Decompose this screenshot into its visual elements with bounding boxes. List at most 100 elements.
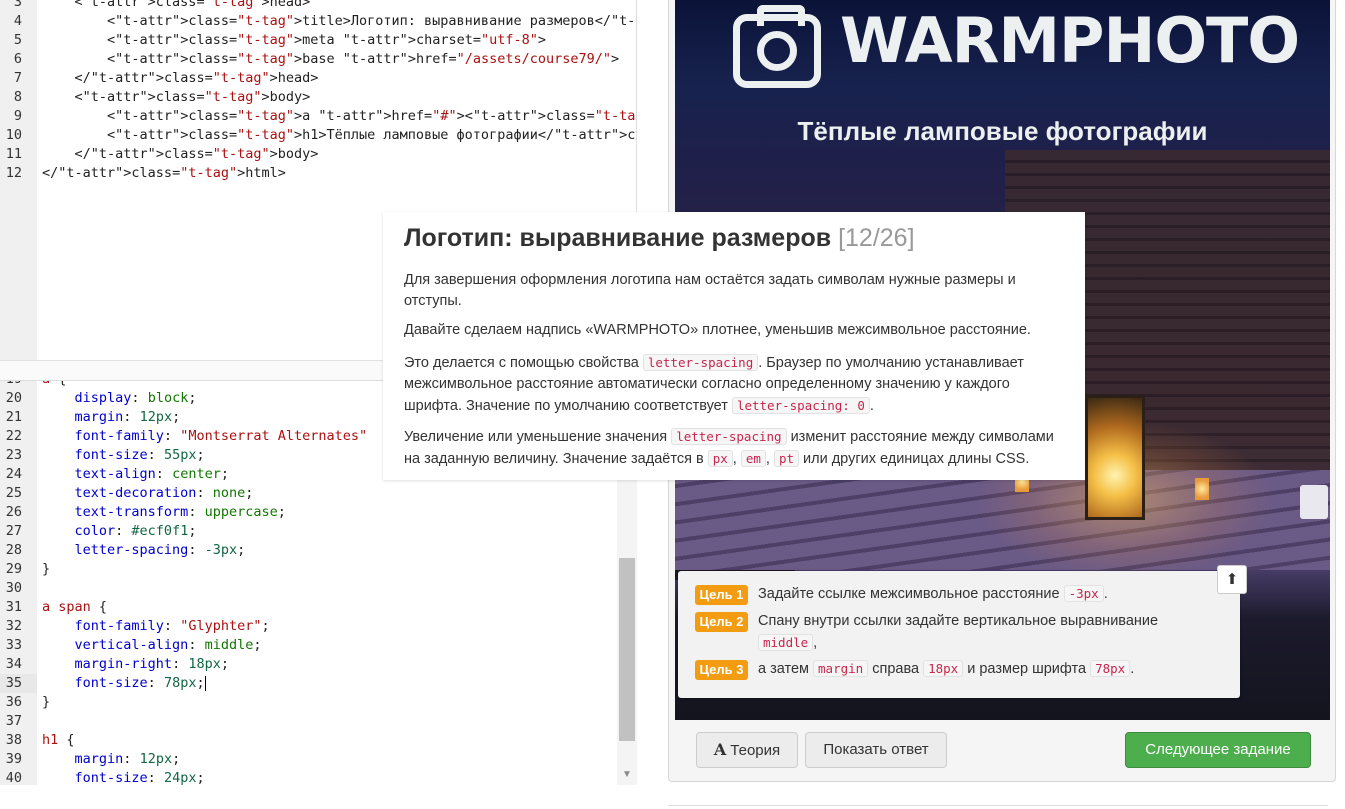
code-line[interactable]: vertical-align: middle; — [42, 636, 262, 655]
task-title-text: Логотип: выравнивание размеров — [404, 224, 832, 252]
scene-candle — [1195, 478, 1209, 500]
code-line[interactable]: </"t-attr">class="t-tag">html> — [42, 164, 286, 183]
task-title: Логотип: выравнивание размеров [12/26] — [404, 224, 915, 253]
line-number: 4 — [13, 13, 22, 29]
line-number: 3 — [13, 0, 22, 10]
task-text: Увеличение или уменьшение значения — [404, 429, 672, 445]
task-text: , — [732, 451, 741, 467]
inline-code: pt — [773, 450, 799, 467]
inline-code: 18px — [923, 660, 964, 677]
code-line[interactable]: <"t-attr">class="t-tag">title>Логотип: в… — [42, 12, 636, 31]
code-line[interactable]: font-size: 78px; — [42, 674, 206, 693]
show-answer-label: Показать ответ — [823, 741, 929, 758]
line-number: 10 — [5, 127, 22, 143]
theory-icon: A — [713, 740, 727, 759]
code-line[interactable]: a span { — [42, 598, 107, 617]
line-number: 12 — [5, 165, 22, 181]
line-number: 23 — [5, 447, 22, 463]
code-line[interactable]: display: block; — [42, 389, 197, 408]
line-number: 20 — [5, 390, 22, 406]
line-number: 39 — [5, 751, 22, 767]
bottom-divider — [668, 805, 1328, 809]
code-line[interactable]: font-size: 24px; — [42, 769, 205, 785]
line-number: 37 — [5, 713, 22, 729]
code-line[interactable]: <"t-attr">class="t-tag">head> — [42, 0, 311, 12]
collapse-goals-button[interactable]: ⬆ — [1217, 565, 1247, 594]
code-line[interactable]: <"t-attr">class="t-tag">meta "t-attr">ch… — [42, 31, 546, 50]
line-number: 6 — [13, 51, 22, 67]
logo-text: WARMPHOTO — [840, 4, 1300, 77]
code-line[interactable]: text-align: center; — [42, 465, 229, 484]
goal-badge: Цель 1 — [695, 585, 748, 605]
code-line[interactable]: <"t-attr">class="t-tag">a "t-attr">href=… — [42, 107, 636, 126]
inline-code: px — [707, 450, 733, 467]
line-number: 5 — [13, 32, 22, 48]
inline-code: em — [740, 450, 766, 467]
task-text: или других единицах длины CSS. — [799, 451, 1030, 467]
line-number: 36 — [5, 694, 22, 710]
task-text: , — [765, 451, 774, 467]
goal-text-part: справа — [868, 661, 924, 677]
line-number: 9 — [13, 108, 22, 124]
line-number: 27 — [5, 523, 22, 539]
code-line[interactable]: </"t-attr">class="t-tag">head> — [42, 69, 319, 88]
task-paragraph-1: Для завершения оформления логотипа нам о… — [404, 272, 1016, 309]
code-line[interactable]: </"t-attr">class="t-tag">body> — [42, 145, 319, 164]
code-line[interactable]: text-transform: uppercase; — [42, 503, 286, 522]
code-line[interactable]: margin: 12px; — [42, 750, 181, 769]
code-line[interactable]: } — [42, 693, 50, 712]
line-number: 19 — [0, 381, 22, 389]
goal-text-part: а затем — [758, 661, 814, 677]
code-line[interactable]: <"t-attr">class="t-tag">base "t-attr">hr… — [42, 50, 619, 69]
line-number: 24 — [5, 466, 22, 482]
line-number: 35 — [5, 675, 22, 691]
code-line[interactable]: a { — [42, 381, 66, 389]
arrow-up-icon: ⬆ — [1225, 571, 1239, 588]
code-line[interactable]: <"t-attr">class="t-tag">h1>Тёплые лампов… — [42, 126, 636, 145]
code-line[interactable]: h1 { — [42, 731, 75, 750]
line-number: 33 — [5, 637, 22, 653]
code-line[interactable]: font-family: "Montserrat Alternates" — [42, 427, 368, 446]
line-number: 25 — [5, 485, 22, 501]
line-number: 34 — [5, 656, 22, 672]
theory-button[interactable]: A Теория — [696, 732, 798, 768]
line-number: 28 — [5, 542, 22, 558]
goal-text: Спану внутри ссылки задайте вертикальное… — [758, 610, 1188, 654]
code-line[interactable]: <"t-attr">class="t-tag">body> — [42, 88, 311, 107]
task-description-popup: Логотип: выравнивание размеров [12/26] Д… — [383, 212, 1085, 480]
html-editor-gutter: 3 4 5 6 7 8 9 10 11 12 — [0, 0, 37, 360]
css-editor-scrollbar[interactable]: ▼ — [617, 475, 637, 785]
preview-logo-link[interactable]: WARMPHOTO — [675, 0, 1330, 110]
line-number: 11 — [5, 146, 22, 162]
goal-text-part: , — [813, 635, 818, 651]
code-line[interactable]: } — [42, 560, 50, 579]
next-task-button[interactable]: Следующее задание — [1125, 732, 1311, 768]
code-line[interactable]: margin: 12px; — [42, 408, 181, 427]
scrollbar-thumb[interactable] — [619, 558, 635, 741]
line-number: 7 — [13, 70, 22, 86]
preview-heading: Тёплые ламповые фотографии — [797, 116, 1208, 146]
goal-text-part: . — [1130, 661, 1135, 677]
goal-badge: Цель 3 — [695, 660, 748, 680]
code-line[interactable]: font-size: 55px; — [42, 446, 205, 465]
inline-code: letter-spacing: 0 — [731, 397, 870, 414]
line-number: 32 — [5, 618, 22, 634]
task-paragraph-4: Увеличение или уменьшение значения lette… — [404, 426, 1064, 470]
scene-mug — [1300, 485, 1328, 519]
line-number: 31 — [5, 599, 22, 615]
inline-code: letter-spacing — [671, 428, 787, 445]
code-line[interactable]: text-decoration: none; — [42, 484, 254, 503]
camera-lens-icon — [757, 31, 797, 71]
scroll-down-arrow[interactable]: ▼ — [617, 765, 637, 785]
css-editor-gutter: 1920 21 22 23 24 25 26 27 28 29 30 31 32 33 34 35 36 37 38… — [0, 381, 37, 785]
code-line[interactable]: margin-right: 18px; — [42, 655, 229, 674]
code-line[interactable]: color: #ecf0f1; — [42, 522, 197, 541]
code-line[interactable]: font-family: "Glyphter"; — [42, 617, 270, 636]
next-task-label: Следующее задание — [1145, 741, 1291, 758]
goal-text-part: и размер шрифта — [963, 661, 1091, 677]
goals-box: Цель 1 Задайте ссылке межсимвольное расс… — [678, 571, 1240, 698]
line-number: 26 — [5, 504, 22, 520]
show-answer-button[interactable]: Показать ответ — [805, 732, 947, 768]
code-line[interactable]: letter-spacing: -3px; — [42, 541, 246, 560]
task-text: Это делается с помощью свойства — [404, 355, 643, 371]
